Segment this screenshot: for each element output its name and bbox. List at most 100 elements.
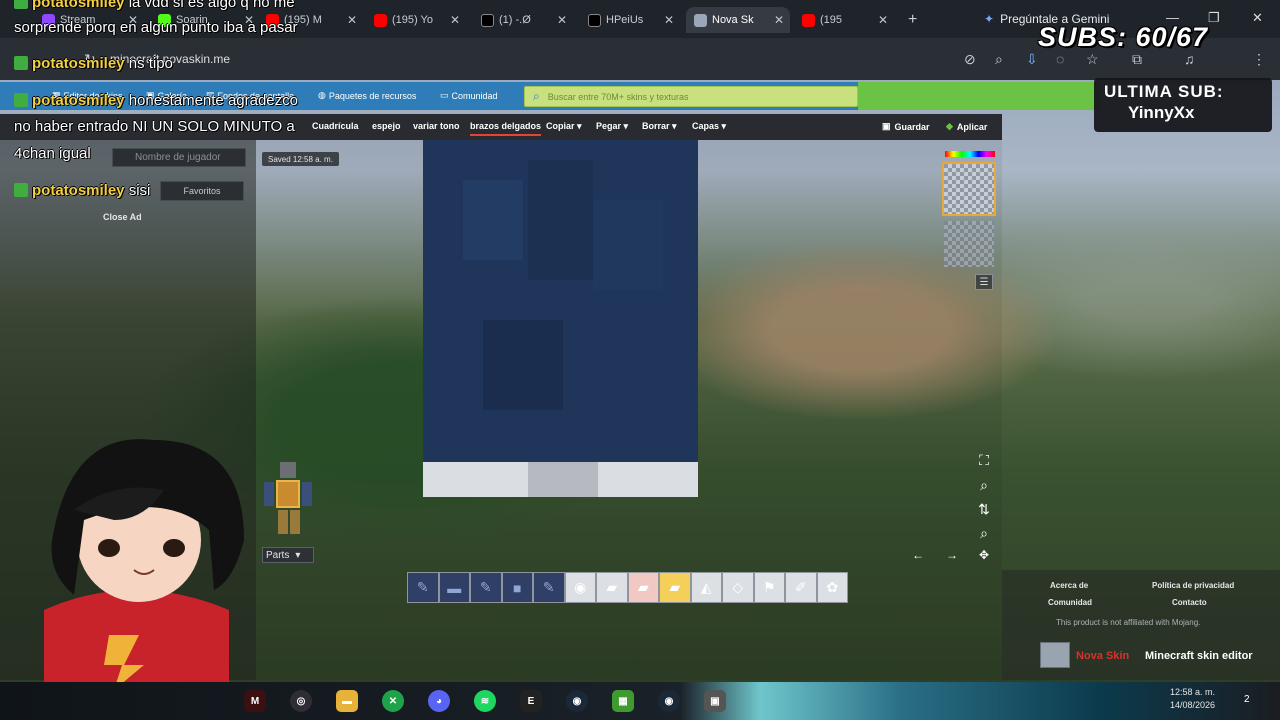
layer-thumbnail[interactable] <box>944 221 994 267</box>
paste-menu[interactable]: Pegar ▾ <box>596 121 628 132</box>
layers-menu[interactable]: Capas ▾ <box>692 121 726 132</box>
stamp-icon[interactable]: ⚑ <box>753 572 785 603</box>
last-sub-name: YinnyXx <box>1128 103 1195 122</box>
site-search-input[interactable]: ⌕ Buscar entre 70M+ skins y texturas <box>524 86 858 107</box>
favorites-button[interactable]: Favoritos <box>160 181 244 201</box>
save-icon: ▣ <box>882 121 891 131</box>
close-window-icon[interactable]: ✕ <box>1252 10 1263 26</box>
chat-message: potatosmiley sisi <box>14 182 150 199</box>
extensions-icon[interactable]: ⧉ <box>1132 51 1142 68</box>
pencil-icon[interactable]: ✎ <box>407 572 439 603</box>
fill-icon[interactable]: ■ <box>501 572 533 603</box>
tab-nova-skin[interactable]: Nova Sk ✕ <box>686 7 790 33</box>
eraser-icon[interactable]: ▰ <box>596 572 628 603</box>
copy-menu[interactable]: Copiar ▾ <box>546 121 582 132</box>
pencil-icon[interactable]: ✎ <box>533 572 565 603</box>
chat-message: potatosmiley la vdd si es algo q no me <box>14 0 295 11</box>
clear-menu[interactable]: Borrar ▾ <box>642 121 677 132</box>
nav-resource-packs[interactable]: ◍ Paquetes de recursos <box>318 90 416 101</box>
eyedropper-icon[interactable]: ✐ <box>785 572 817 603</box>
zoom-out-icon[interactable]: ⌕ <box>972 522 996 544</box>
obs-icon[interactable]: ◎ <box>290 690 312 712</box>
search-icon: ⌕ <box>533 89 540 103</box>
eraser-icon[interactable]: ▰ <box>627 572 659 603</box>
tab-youtube-3[interactable]: (195 ✕ <box>794 7 894 33</box>
community-link[interactable]: Comunidad <box>1048 598 1092 607</box>
system-clock[interactable]: 12:58 a. m. 14/08/2026 <box>1170 686 1215 712</box>
tab-slim-arms[interactable]: brazos delgados <box>470 121 542 136</box>
folder-icon[interactable]: ▬ <box>336 690 358 712</box>
color-palette-bar[interactable] <box>945 151 995 157</box>
tab-youtube-2[interactable]: (195) Yo ✕ <box>366 7 466 33</box>
eraser-icon[interactable]: ◇ <box>722 572 754 603</box>
eraser-icon[interactable]: ▰ <box>659 572 691 603</box>
save-button[interactable]: ▣ Guardar <box>882 121 930 132</box>
layer-thumbnail-active[interactable] <box>942 162 996 216</box>
spotify-icon[interactable]: ≋ <box>474 690 496 712</box>
brand-skin-editor: Minecraft skin editor <box>1145 650 1253 662</box>
youtube-icon <box>802 13 815 27</box>
tab-grid[interactable]: Cuadrícula <box>312 121 359 131</box>
minecraft-icon[interactable]: ▦ <box>612 690 634 712</box>
hamburger-menu-icon[interactable]: ☰ <box>975 274 993 290</box>
about-link[interactable]: Acerca de <box>1050 581 1088 590</box>
xbox-icon[interactable]: ✕ <box>382 690 404 712</box>
skin-model-torso[interactable] <box>423 140 698 497</box>
more-menu-icon[interactable]: ⋮ <box>1252 51 1266 68</box>
zoom-icon[interactable]: ⌕ <box>995 51 1003 68</box>
new-tab-button[interactable]: + <box>900 7 924 33</box>
chat-message: potatosmiley ns tipo <box>14 55 173 72</box>
pencil-icon[interactable]: ✎ <box>470 572 502 603</box>
noise-icon[interactable]: ◉ <box>564 572 596 603</box>
tab-x-1[interactable]: (1) -.Ø ✕ <box>473 7 573 33</box>
notifications-badge[interactable]: 2 <box>1244 694 1250 705</box>
chat-message: potatosmiley honestamente agradezco <box>14 92 298 109</box>
part-selector-figure[interactable] <box>262 460 322 540</box>
vtuber-avatar <box>44 439 244 690</box>
media-icon[interactable]: ♫ <box>1184 51 1195 67</box>
apply-button[interactable]: ◆ Aplicar <box>946 121 987 132</box>
close-icon[interactable]: ✕ <box>450 13 460 27</box>
eye-off-icon[interactable]: ◌ <box>1056 51 1064 67</box>
player-name-input[interactable]: Nombre de jugador <box>112 148 246 167</box>
close-icon[interactable]: ✕ <box>557 13 567 27</box>
tab-x-2[interactable]: HPeiUs ✕ <box>580 7 680 33</box>
move-icon[interactable]: ✥ <box>979 548 989 562</box>
close-icon[interactable]: ✕ <box>774 13 784 27</box>
chat-badge-icon <box>14 56 28 70</box>
close-icon[interactable]: ✕ <box>347 13 357 27</box>
close-icon[interactable]: ✕ <box>878 13 888 27</box>
arrow-left-icon[interactable]: ← <box>912 548 924 562</box>
discord-icon[interactable]: ◕ <box>428 690 450 712</box>
contact-link[interactable]: Contacto <box>1172 598 1207 607</box>
zoom-in-icon[interactable]: ⌕ <box>972 474 996 496</box>
fill-icon[interactable]: ▬ <box>438 572 470 603</box>
novaskin-icon <box>694 13 707 27</box>
settings-icon[interactable]: ✿ <box>816 572 848 603</box>
privacy-link[interactable]: Política de privacidad <box>1152 581 1234 590</box>
parts-select[interactable]: Parts ▾ <box>262 547 314 563</box>
apply-icon: ◆ <box>946 121 953 131</box>
arrow-right-icon[interactable]: → <box>946 548 958 562</box>
nav-community[interactable]: ▭ Comunidad <box>440 90 498 101</box>
gemini-icon: ✦ <box>984 12 995 26</box>
restore-icon[interactable]: ❐ <box>1208 10 1220 26</box>
fullscreen-icon[interactable]: ⛶ <box>972 449 996 471</box>
epic-icon[interactable]: E <box>520 690 542 712</box>
install-app-icon[interactable]: ⇩ <box>1026 51 1038 68</box>
close-icon[interactable]: ✕ <box>664 13 674 27</box>
swap-icon[interactable]: ⇅ <box>972 498 996 520</box>
tab-mirror[interactable]: espejo <box>372 121 401 131</box>
steam-icon[interactable]: ◉ <box>658 690 680 712</box>
no-camera-icon[interactable]: ⊘ <box>964 51 976 68</box>
mcreator-icon[interactable]: M <box>244 690 266 712</box>
chat-badge-icon <box>14 93 28 107</box>
bucket-icon[interactable]: ◭ <box>690 572 722 603</box>
close-ad-button[interactable]: Close Ad <box>103 212 142 222</box>
steam-icon[interactable]: ◉ <box>566 690 588 712</box>
tool-palette: ✎ ▬ ✎ ■ ✎ ◉ ▰ ▰ ▰ ◭ ◇ ⚑ ✐ ✿ <box>407 572 848 603</box>
tab-vary-tone[interactable]: variar tono <box>413 121 460 131</box>
app-icon[interactable]: ▣ <box>704 690 726 712</box>
last-sub-title: ULTIMA SUB: <box>1104 82 1224 101</box>
bookmark-star-icon[interactable]: ☆ <box>1086 51 1099 68</box>
